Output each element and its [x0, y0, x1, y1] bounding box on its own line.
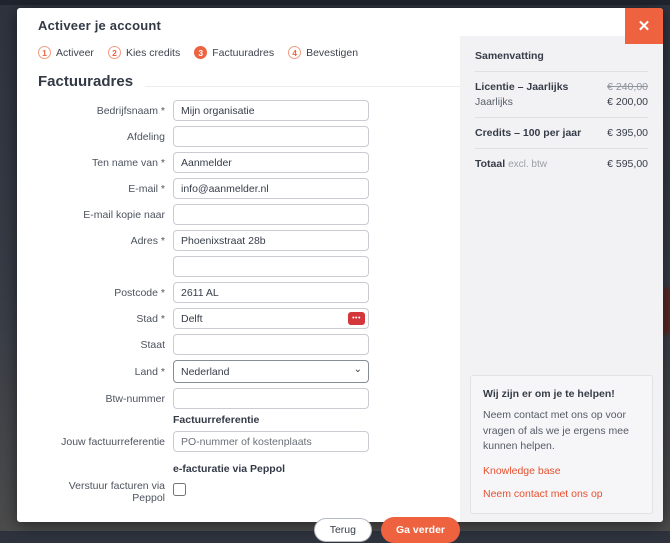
activate-account-modal: Activeer je account 1 Activeer 2 Kies cr…	[17, 8, 663, 522]
attention-of-input[interactable]	[173, 152, 369, 173]
summary-row-license: Licentie – Jaarlijks € 240,00	[475, 81, 648, 93]
step-number-icon: 1	[38, 46, 51, 59]
peppol-checkbox[interactable]	[173, 483, 186, 496]
step-factuuradres[interactable]: 3 Factuuradres	[194, 46, 274, 59]
close-icon[interactable]: ✕	[625, 8, 663, 44]
help-title: Wij zijn er om je te helpen!	[483, 388, 640, 400]
summary-row-credits: Credits – 100 per jaar € 395,00	[475, 127, 648, 139]
company-name-input[interactable]	[173, 100, 369, 121]
email-copy-input[interactable]	[173, 204, 369, 225]
step-kies-credits[interactable]: 2 Kies credits	[108, 46, 180, 59]
field-label: Ten name van *	[38, 157, 173, 169]
invoice-reference-input[interactable]	[173, 431, 369, 452]
summary-sidebar: Samenvatting Licentie – Jaarlijks € 240,…	[460, 36, 663, 522]
state-input[interactable]	[173, 334, 369, 355]
vat-number-input[interactable]	[173, 388, 369, 409]
summary-row-total: Totaal excl. btw € 595,00	[475, 158, 648, 170]
step-number-icon: 3	[194, 46, 207, 59]
section-heading-factuuradres: Factuuradres	[38, 73, 460, 90]
field-label: Jouw factuurreferentie	[38, 436, 173, 448]
old-price: € 240,00	[607, 81, 648, 93]
backdrop-red-glow	[662, 288, 670, 334]
step-number-icon: 2	[108, 46, 121, 59]
postcode-input[interactable]	[173, 282, 369, 303]
step-number-icon: 4	[288, 46, 301, 59]
field-label: E-mail *	[38, 183, 173, 195]
summary-title: Samenvatting	[475, 50, 648, 62]
step-activeer[interactable]: 1 Activeer	[38, 46, 94, 59]
field-label: Postcode *	[38, 287, 173, 299]
address-line2-input[interactable]	[173, 256, 369, 277]
address-input[interactable]	[173, 230, 369, 251]
department-input[interactable]	[173, 126, 369, 147]
modal-title: Activeer je account	[38, 18, 460, 33]
billing-form-panel: Activeer je account 1 Activeer 2 Kies cr…	[17, 8, 460, 522]
field-label: Land *	[38, 366, 173, 378]
divider	[475, 71, 648, 72]
continue-button[interactable]: Ga verder	[381, 517, 460, 543]
wizard-steps: 1 Activeer 2 Kies credits 3 Factuuradres…	[38, 46, 460, 59]
country-select[interactable]: Nederland	[173, 360, 369, 383]
divider	[475, 117, 648, 118]
help-box: Wij zijn er om je te helpen! Neem contac…	[470, 375, 653, 514]
knowledge-base-link[interactable]: Knowledge base	[483, 465, 640, 477]
divider	[475, 148, 648, 149]
back-button[interactable]: Terug	[314, 518, 372, 542]
step-bevestigen[interactable]: 4 Bevestigen	[288, 46, 358, 59]
form-actions: Terug Ga verder	[38, 517, 460, 543]
email-input[interactable]	[173, 178, 369, 199]
backdrop-top-strip	[0, 0, 670, 5]
field-label: Bedrijfsnaam *	[38, 105, 173, 117]
peppol-heading: e-facturatie via Peppol	[173, 463, 460, 475]
field-label: Verstuur facturen via Peppol	[38, 480, 173, 504]
field-label: Afdeling	[38, 131, 173, 143]
autofill-extension-icon[interactable]: •••	[348, 312, 365, 325]
field-label: Btw-nummer	[38, 393, 173, 405]
contact-link[interactable]: Neem contact met ons op	[483, 488, 640, 500]
field-label: Adres *	[38, 235, 173, 247]
help-text: Neem contact met ons op voor vragen of a…	[483, 408, 640, 454]
tax-note: excl. btw	[508, 159, 547, 170]
invoice-reference-heading: Factuurreferentie	[173, 414, 460, 426]
city-input[interactable]	[173, 308, 369, 329]
field-label: Staat	[38, 339, 173, 351]
field-label: E-mail kopie naar	[38, 209, 173, 221]
field-label: Stad *	[38, 313, 173, 325]
billing-form: Bedrijfsnaam * Afdeling Ten name van * E…	[38, 100, 460, 543]
summary-row-license-sub: Jaarlijks € 200,00	[475, 96, 648, 108]
